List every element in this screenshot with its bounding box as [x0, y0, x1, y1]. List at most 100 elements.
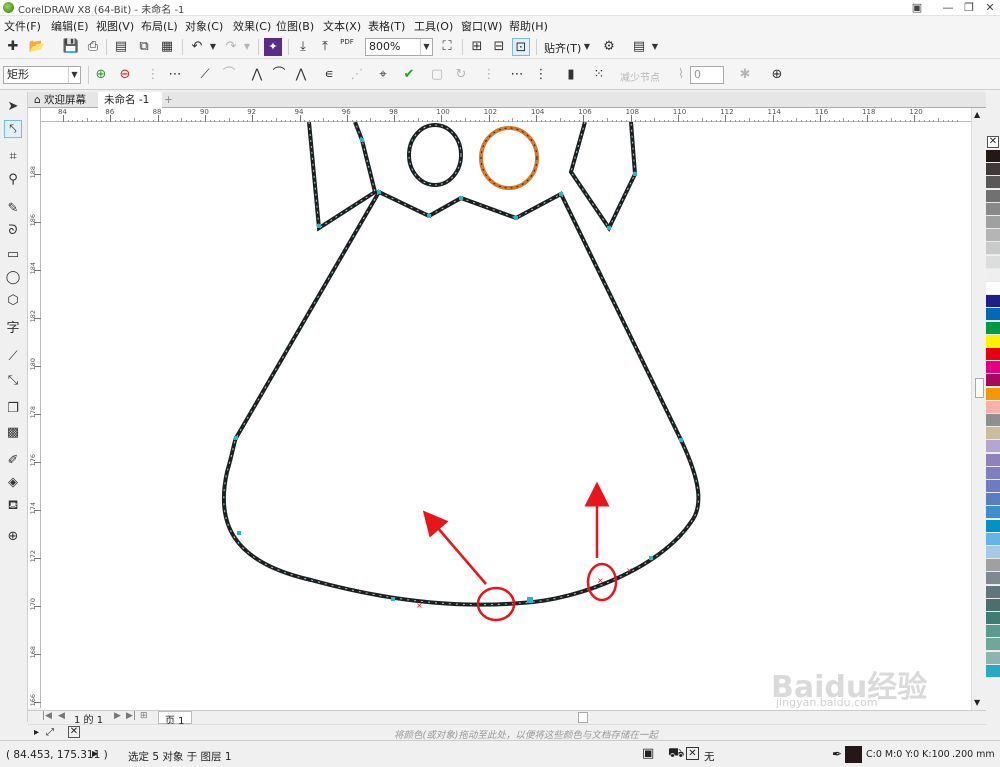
zoom-icon[interactable]: ⚲ — [4, 171, 22, 189]
copy-icon[interactable]: ⧉ — [135, 38, 153, 56]
add-tool-icon[interactable]: ⊕ — [4, 528, 22, 546]
menu-item-5[interactable]: 效果(C) — [233, 18, 271, 34]
no-fill-swatch[interactable]: ✕ — [686, 747, 699, 760]
snap-dropdown-icon[interactable]: ▼ — [578, 38, 596, 56]
curve-smoothness-icon[interactable]: ⌇ — [672, 66, 690, 84]
paste-icon[interactable]: ▦ — [158, 38, 176, 56]
add-node-icon[interactable]: ⊕ — [92, 66, 110, 84]
nav-last-icon[interactable]: ▶| — [126, 711, 136, 721]
drawing-canvas[interactable]: × × × Baidu经验 jingyan.baidu.com — [41, 122, 971, 710]
palette-swatch[interactable] — [986, 532, 1000, 546]
search-content-icon[interactable]: ✦ — [264, 38, 282, 56]
object-type-select[interactable]: 矩形 ▼ — [3, 66, 81, 84]
palette-swatch[interactable] — [986, 664, 1000, 678]
show-guidelines-icon[interactable]: ⊡ — [512, 38, 530, 56]
scroll-down-icon[interactable]: ▼ — [974, 698, 980, 707]
menu-item-4[interactable]: 对象(C) — [185, 18, 223, 34]
close-curve-icon[interactable]: ⌖ — [374, 66, 392, 84]
smart-fill-icon[interactable]: ⛾ — [4, 497, 22, 515]
page-tab[interactable]: 页 1 — [158, 711, 192, 727]
palette-swatch[interactable] — [986, 308, 1000, 322]
add-tab-button[interactable]: + — [158, 92, 174, 108]
account-icon[interactable]: ▣ — [905, 0, 929, 15]
menu-item-6[interactable]: 位图(B) — [276, 18, 314, 34]
parallel-dimension-icon[interactable]: ⟋ — [4, 348, 22, 366]
cut-icon[interactable]: ▤ — [112, 38, 130, 56]
palette-swatch[interactable] — [986, 268, 1000, 282]
palette-swatch[interactable] — [986, 400, 1000, 414]
show-rulers-icon[interactable]: ⊞ — [468, 38, 486, 56]
palette-swatch[interactable] — [986, 374, 1000, 388]
nav-prev-icon[interactable]: ◀ — [58, 711, 65, 721]
break-curve-icon[interactable]: ⋯ — [166, 66, 184, 84]
palette-swatch[interactable] — [986, 546, 1000, 559]
eyedropper-small-icon[interactable]: ⤢ — [46, 727, 54, 738]
palette-swatch[interactable] — [986, 651, 1000, 665]
palette-swatch[interactable] — [986, 453, 1000, 467]
palette-swatch[interactable] — [986, 414, 1000, 427]
rectangle-icon[interactable]: ▭ — [4, 246, 22, 264]
palette-swatch[interactable] — [986, 506, 1000, 520]
reduce-nodes-button[interactable]: 减少节点 — [620, 69, 660, 84]
palette-swatch[interactable] — [986, 466, 1000, 480]
new-document-icon[interactable]: ✚ — [4, 38, 22, 56]
palette-swatch[interactable] — [986, 585, 1000, 599]
menu-item-8[interactable]: 表格(T) — [368, 18, 405, 34]
fill-bucket-icon[interactable]: ⛟ — [668, 746, 684, 763]
delete-node-icon[interactable]: ⊖ — [116, 66, 134, 84]
vertical-scrollbar[interactable]: ▲ ▼ — [971, 108, 986, 710]
publish-pdf-icon[interactable]: PDF — [338, 38, 356, 56]
import-icon[interactable]: ⤓ — [294, 38, 312, 56]
menu-item-0[interactable]: 文件(F) — [4, 18, 41, 34]
palette-swatch[interactable] — [986, 493, 1000, 507]
horizontal-ruler[interactable]: 84 86 88 90 92 94 96 98 100 102 104 106 108 110 112 114… — [41, 108, 971, 122]
redo-dropdown-icon[interactable]: ▼ — [238, 38, 256, 56]
connector-icon[interactable]: ⤡ — [4, 372, 22, 390]
palette-swatch[interactable] — [986, 361, 1000, 375]
reverse-direction-icon[interactable]: ∊ — [320, 66, 338, 84]
nav-next-icon[interactable]: ▶ — [114, 711, 121, 721]
palette-swatch[interactable] — [986, 202, 1000, 216]
outline-pen-icon[interactable]: ✒ — [832, 747, 842, 761]
print-icon[interactable]: ⎙ — [84, 38, 102, 56]
palette-swatch[interactable] — [986, 189, 1000, 203]
palette-swatch[interactable] — [986, 282, 1000, 295]
palette-swatch[interactable] — [986, 480, 1000, 493]
launcher-dropdown-icon[interactable]: ▼ — [646, 38, 664, 56]
menu-item-2[interactable]: 视图(V) — [96, 18, 134, 34]
extract-subpath-icon[interactable]: ✔ — [400, 66, 418, 84]
palette-swatch[interactable] — [986, 295, 1000, 309]
left-button-shape[interactable] — [407, 123, 463, 187]
scroll-up-icon[interactable]: ▲ — [974, 110, 980, 119]
palette-swatch[interactable] — [986, 255, 1000, 269]
artistic-media-icon[interactable]: ᘐ — [4, 222, 22, 240]
palette-swatch[interactable] — [986, 440, 1000, 454]
polygon-icon[interactable]: ⬡ — [4, 292, 22, 310]
stretch-nodes-icon[interactable]: ▢ — [428, 66, 446, 84]
palette-swatch[interactable] — [986, 163, 1000, 177]
symmetrical-node-icon[interactable]: ⋀ — [292, 66, 310, 84]
expand-status-icon[interactable]: ▶ — [92, 749, 98, 758]
node-effects-icon[interactable]: ✱ — [736, 66, 754, 84]
export-icon[interactable]: ⤒ — [316, 38, 334, 56]
palette-swatch[interactable] — [986, 625, 1000, 639]
pick-icon[interactable]: ➤ — [4, 98, 22, 116]
menu-item-7[interactable]: 文本(X) — [323, 18, 361, 34]
palette-swatch[interactable] — [986, 150, 1000, 163]
to-curve-icon[interactable]: ⌒ — [220, 66, 238, 84]
quick-customize-icon[interactable]: ⊕ — [768, 66, 786, 84]
freehand-icon[interactable]: ✎ — [4, 200, 22, 218]
scroll-thumb[interactable] — [975, 378, 984, 398]
palette-swatch[interactable] — [986, 387, 1000, 401]
transparency-icon[interactable]: ▩ — [4, 424, 22, 442]
drop-shadow-icon[interactable]: ❐ — [4, 400, 22, 418]
cusp-node-icon[interactable]: ⋀ — [248, 66, 266, 84]
palette-swatch[interactable] — [986, 638, 1000, 652]
palette-swatch[interactable] — [986, 559, 1000, 573]
nav-first-icon[interactable]: |◀ — [42, 711, 52, 721]
smooth-node-icon[interactable]: ⌒ — [270, 66, 288, 84]
close-button[interactable]: ✕ — [978, 0, 1000, 15]
to-line-icon[interactable]: ⟋ — [196, 66, 214, 84]
rotate-nodes-icon[interactable]: ↻ — [452, 66, 470, 84]
horizontal-scroll-thumb[interactable] — [578, 712, 588, 723]
